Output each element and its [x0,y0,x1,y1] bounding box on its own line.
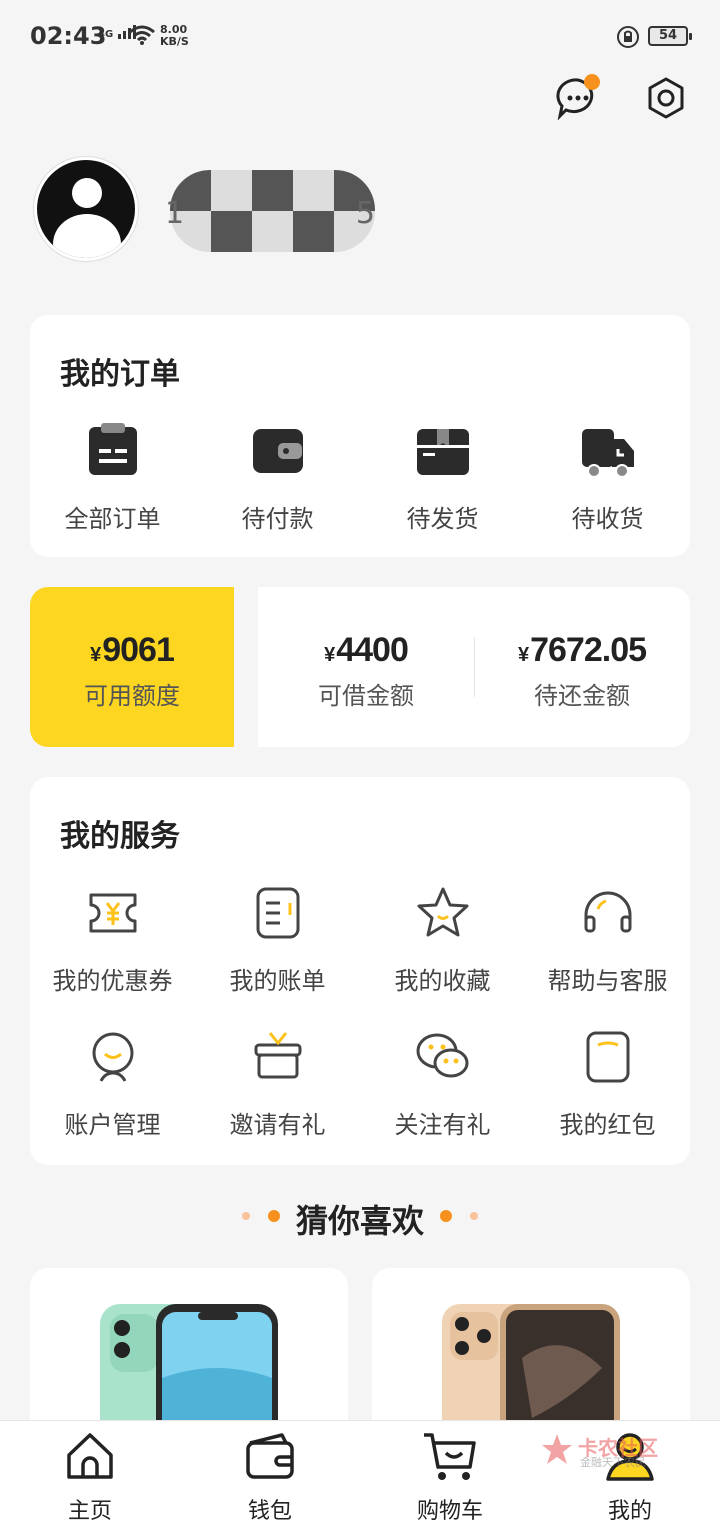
tab-home[interactable]: 主页 [30,1421,150,1520]
loan-summary-card: ¥4400 可借金额 ¥7672.05 待还金额 [258,587,690,747]
bill-icon [256,887,299,939]
headset-icon [584,891,631,933]
borrowable-label: 可借金额 [318,682,414,710]
rotation-lock-icon [617,26,639,48]
message-button[interactable] [556,74,600,121]
borrowable-value: 4400 [336,631,409,669]
borrowable-amount[interactable]: ¥4400 可借金额 [258,631,474,711]
service-red-packet-label: 我的红包 [559,1111,656,1139]
phone-first-digit: 1 [165,196,185,231]
service-bill[interactable]: 我的账单 [195,883,360,996]
cart-icon [424,1433,476,1480]
phone-last-digit: 5 [355,196,375,231]
clipboard-icon [88,423,137,475]
watermark: 卡农社区 金融天下农民 [540,1430,660,1470]
tab-mine-label: 我的 [607,1499,652,1520]
service-red-packet[interactable]: 我的红包 [525,1027,690,1140]
to-repay-label: 待还金额 [534,682,630,710]
service-favorites[interactable]: 我的收藏 [360,883,525,996]
available-credit: ¥9061 可用额度 [30,631,234,711]
tab-wallet-label: 钱包 [247,1499,292,1520]
service-account[interactable]: 账户管理 [30,1027,195,1140]
order-pending-ship-label: 待发货 [406,505,479,533]
service-help[interactable]: 帮助与客服 [525,883,690,996]
recommend-title: 猜你喜欢 [295,1202,424,1240]
to-repay-currency: ¥ [517,644,529,666]
wallet-icon [246,1433,294,1479]
product-card[interactable] [372,1268,690,1428]
network-type: 4G [98,29,114,40]
service-favorites-label: 我的收藏 [394,967,491,995]
coupon-icon [89,893,136,933]
service-account-label: 账户管理 [64,1111,161,1139]
order-all-label: 全部订单 [64,505,161,533]
settings-button[interactable] [646,76,686,120]
orders-title: 我的订单 [60,357,180,392]
tab-cart-label: 购物车 [416,1499,483,1520]
product-image [100,1304,278,1428]
gift-icon [254,1032,301,1079]
wallet-icon [252,429,303,473]
available-value: 9061 [102,631,175,669]
watermark-subtext: 金融天下农民 [580,1456,646,1469]
decor-dot [440,1210,452,1222]
service-bill-label: 我的账单 [229,967,326,995]
settings-icon [648,77,684,119]
network-speed: 8.00 KB/S [160,24,189,48]
home-icon [67,1433,113,1479]
service-invite-label: 邀请有礼 [229,1111,326,1139]
watermark-logo-icon [542,1434,572,1464]
borrowable-currency: ¥ [324,644,335,666]
service-follow-label: 关注有礼 [394,1111,491,1139]
order-pending-payment[interactable]: 待付款 [195,421,360,534]
box-icon [416,429,469,475]
status-time: 02:43 [30,22,107,50]
avatar-body-shape [53,214,121,258]
speed-unit: KB/S [160,35,189,48]
truck-icon [581,429,634,478]
services-card: 我的服务 我的优惠券 我的账单 我的收藏 帮助与客服 账户管理 邀请有礼 关注有… [30,777,690,1165]
order-pending-ship[interactable]: 待发货 [360,421,525,534]
tab-wallet[interactable]: 钱包 [210,1421,330,1520]
product-card[interactable] [30,1268,348,1428]
order-pending-receive[interactable]: 待收货 [525,421,690,534]
services-title: 我的服务 [60,819,180,854]
wifi-icon [129,25,155,45]
order-pending-payment-label: 待付款 [241,505,314,533]
service-coupon-label: 我的优惠券 [52,967,173,995]
avatar-head-shape [72,178,102,208]
service-coupon[interactable]: 我的优惠券 [30,883,195,996]
account-icon [92,1032,133,1082]
battery-indicator: 54 [648,26,692,46]
order-pending-receive-label: 待收货 [571,505,644,533]
decor-dot [470,1212,478,1220]
services-row-2: 账户管理 邀请有礼 关注有礼 我的红包 [30,1027,690,1140]
orders-card: 我的订单 全部订单 待付款 待发货 待收货 [30,315,690,557]
order-all[interactable]: 全部订单 [30,421,195,534]
available-currency: ¥ [90,644,101,666]
product-image [442,1304,620,1428]
available-label: 可用额度 [84,682,180,710]
service-invite[interactable]: 邀请有礼 [195,1027,360,1140]
service-follow[interactable]: 关注有礼 [360,1027,525,1140]
red-packet-icon [586,1031,629,1083]
services-row-1: 我的优惠券 我的账单 我的收藏 帮助与客服 [30,883,690,996]
service-help-label: 帮助与客服 [547,967,668,995]
to-repay-amount[interactable]: ¥7672.05 待还金额 [474,631,690,711]
orders-grid: 全部订单 待付款 待发货 待收货 [30,421,690,534]
wechat-icon [416,1033,468,1078]
to-repay-value: 7672.05 [530,631,647,669]
tab-cart[interactable]: 购物车 [390,1421,510,1520]
phone-number: 1 5 [165,196,375,231]
star-icon [417,887,468,937]
tab-home-label: 主页 [67,1499,112,1520]
notification-dot [584,74,600,90]
avatar[interactable] [34,157,138,261]
available-credit-card[interactable]: ¥9061 可用额度 [30,587,234,747]
